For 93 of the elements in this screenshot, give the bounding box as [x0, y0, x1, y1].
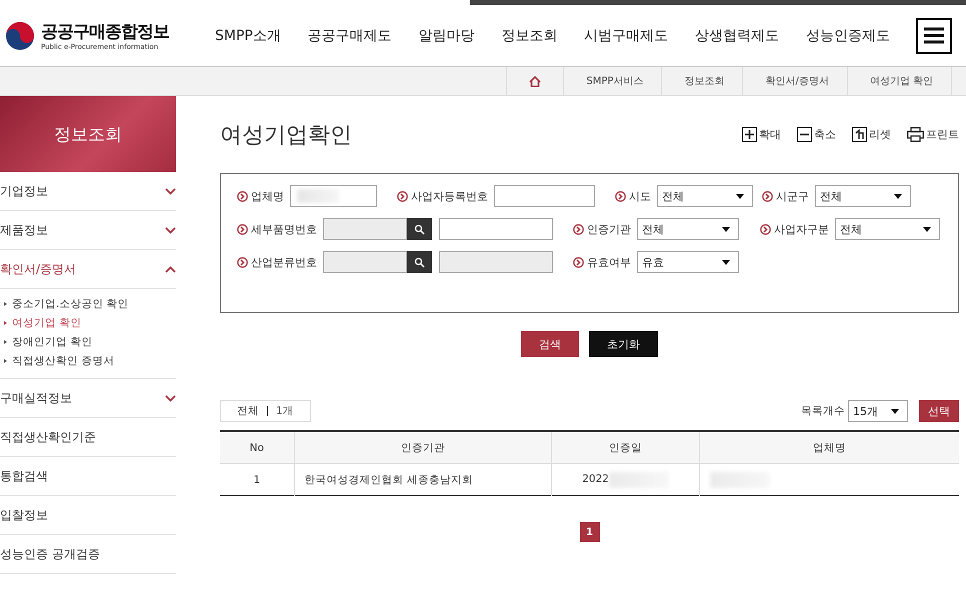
- column-header: No: [220, 431, 294, 464]
- caret-icon: [722, 260, 730, 264]
- minus-icon: [797, 127, 812, 142]
- tool-button[interactable]: 축소: [797, 127, 836, 142]
- arrow-circle-icon: [760, 224, 771, 234]
- search-button[interactable]: [407, 218, 432, 240]
- table-cell: 1: [253, 474, 260, 486]
- arrow-circle-icon: [237, 224, 248, 234]
- printer-icon: [907, 127, 924, 142]
- field-label: 세부품명번호: [251, 222, 317, 236]
- sidebar-item[interactable]: 구매실적정보: [0, 379, 176, 418]
- action-button[interactable]: 검색: [521, 331, 579, 357]
- tool-button[interactable]: 확대: [742, 127, 781, 142]
- arrow-circle-icon: [237, 190, 248, 202]
- action-button[interactable]: 초기화: [589, 331, 658, 357]
- input-field[interactable]: [494, 185, 595, 207]
- field-label: 시도: [629, 188, 651, 204]
- column-header: 인증기관: [294, 431, 552, 464]
- logo-title[interactable]: 공공구매종합정보: [41, 20, 169, 43]
- menu-button[interactable]: [916, 18, 952, 54]
- sidebar-item[interactable]: 직접생산확인기준: [0, 418, 176, 457]
- logo-icon[interactable]: [5, 20, 35, 50]
- breadcrumb-link[interactable]: 여성기업 확인: [870, 74, 933, 88]
- table-cell: 한국여성경제인협회 세종충남지회: [304, 474, 473, 486]
- arrow-circle-icon: [615, 190, 626, 202]
- page-size-label: 목록개수: [801, 404, 845, 418]
- plus-icon: [742, 127, 757, 142]
- caret-icon: [736, 194, 744, 198]
- nav-item[interactable]: SMPP소개: [215, 26, 281, 44]
- sidebar-item[interactable]: 제품정보: [0, 211, 176, 250]
- submenu-item[interactable]: 직접생산확인 증명서: [4, 354, 176, 368]
- menu-icon: [924, 27, 944, 44]
- input-field[interactable]: [439, 218, 553, 240]
- nav-item[interactable]: 시범구매제도: [584, 26, 668, 44]
- nav-item[interactable]: 알림마당: [418, 26, 475, 44]
- field-label: 사업자등록번호: [411, 188, 488, 204]
- sidebar-item[interactable]: 통합검색: [0, 457, 176, 496]
- submenu-item[interactable]: 장애인기업 확인: [4, 335, 176, 349]
- submenu-item[interactable]: 여성기업 확인: [4, 316, 176, 330]
- page-title: 여성기업확인: [220, 122, 352, 150]
- search-icon: [414, 224, 425, 234]
- page-size-select[interactable]: 15개: [848, 400, 908, 422]
- tool-button[interactable]: 리셋: [852, 127, 891, 142]
- column-header: 업체명: [700, 431, 959, 464]
- sidebar-title: 정보조회: [0, 96, 176, 172]
- arrow-circle-icon: [237, 256, 248, 268]
- search-icon: [414, 256, 425, 268]
- caret-icon: [923, 226, 931, 232]
- apply-button[interactable]: 선택: [919, 400, 959, 422]
- arrow-circle-icon: [762, 190, 773, 202]
- page-button[interactable]: 1: [580, 522, 600, 542]
- sidebar-item[interactable]: 성능인증 공개검증: [0, 535, 176, 574]
- column-header: 인증일: [551, 431, 700, 464]
- sidebar-item[interactable]: 입찰정보: [0, 496, 176, 535]
- field-label: 사업자구분: [774, 222, 829, 236]
- chevron-icon[interactable]: [165, 188, 176, 194]
- nav-item[interactable]: 상생협력제도: [695, 26, 780, 44]
- chevron-icon[interactable]: [165, 394, 176, 402]
- field-label: 유효여부: [587, 254, 631, 270]
- submenu-item[interactable]: 중소기업.소상공인 확인: [4, 297, 176, 311]
- field-label: 산업분류번호: [251, 254, 317, 270]
- search-button[interactable]: [407, 251, 432, 273]
- nav-item[interactable]: 정보조회: [501, 26, 558, 44]
- select-field[interactable]: 전체: [835, 218, 940, 240]
- breadcrumb-link[interactable]: 정보조회: [684, 74, 724, 88]
- field-label: 업체명: [251, 188, 284, 204]
- reset-icon: [852, 127, 867, 142]
- sidebar-item[interactable]: 확인서/증명서: [0, 250, 176, 289]
- home-icon[interactable]: [529, 76, 542, 86]
- select-field[interactable]: 전체: [637, 218, 739, 240]
- field-label: 인증기관: [587, 222, 631, 236]
- chevron-icon[interactable]: [165, 226, 176, 234]
- table-cell: 2022: [582, 473, 609, 486]
- nav-item[interactable]: 공공구매제도: [308, 26, 392, 44]
- field-label: 시군구: [776, 188, 809, 204]
- total-count: 1개: [276, 404, 294, 418]
- select-field[interactable]: 유효: [637, 251, 739, 273]
- input-field[interactable]: [290, 185, 377, 207]
- tool-button[interactable]: 프린트: [907, 127, 959, 142]
- select-field[interactable]: 전체: [815, 185, 911, 207]
- nav-item[interactable]: 성능인증제도: [806, 26, 890, 44]
- caret-icon: [891, 408, 899, 414]
- breadcrumb-link[interactable]: 확인서/증명서: [765, 74, 829, 88]
- breadcrumb-link[interactable]: SMPP서비스: [586, 74, 644, 88]
- arrow-circle-icon: [573, 256, 584, 268]
- arrow-circle-icon: [573, 224, 584, 234]
- caret-icon: [894, 194, 902, 198]
- select-field[interactable]: 전체: [657, 185, 753, 207]
- arrow-circle-icon: [397, 190, 408, 202]
- chevron-icon[interactable]: [165, 266, 176, 272]
- total-label: 전체: [237, 404, 259, 418]
- caret-icon: [722, 226, 730, 232]
- sidebar-item[interactable]: 기업정보: [0, 172, 176, 211]
